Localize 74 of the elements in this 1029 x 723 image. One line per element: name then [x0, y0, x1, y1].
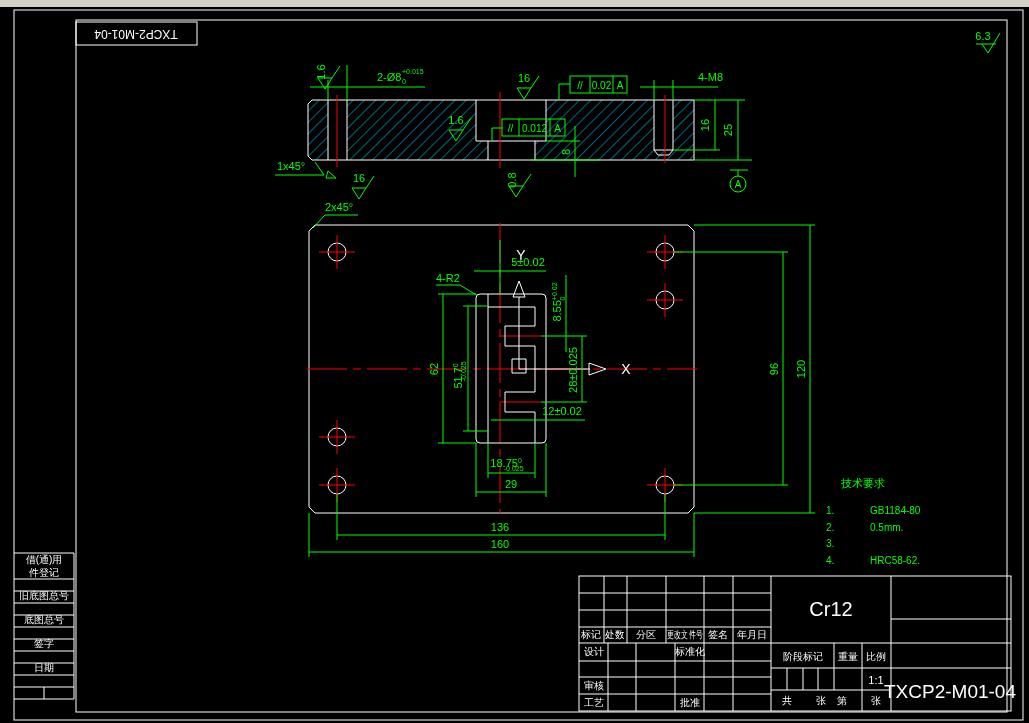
tolerance-frame: [569, 75, 628, 94]
side-table-label: 件登记: [29, 567, 59, 578]
requirement-number: 2.: [826, 521, 835, 533]
requirement-text: 0.5mm.: [870, 521, 904, 533]
tolerance-value: 0.02: [591, 80, 612, 91]
side-table-label: 日期: [34, 662, 54, 673]
parallelism-symbol: //: [577, 80, 583, 91]
title-block-label: 张: [816, 695, 826, 706]
roughness-value: 1.6: [315, 64, 327, 80]
side-table-label: 旧底图总号: [19, 590, 69, 601]
title-block-label: 标准化: [675, 646, 705, 657]
chamfer-note: 1x45°: [277, 160, 306, 172]
roughness-value: 1.6: [448, 114, 464, 126]
dimension-value: 29: [504, 478, 518, 490]
radius-note: 4-R2: [436, 272, 460, 284]
title-block-label: 张: [871, 695, 881, 706]
title-block-label: 共: [782, 695, 792, 706]
requirements-title: 技术要求: [841, 477, 885, 489]
dimension-value: 12±0.02: [542, 405, 582, 417]
roughness-value: 6.3: [975, 30, 991, 42]
title-block-label: 重量: [838, 651, 858, 662]
roughness-symbol-icon: [516, 75, 540, 100]
roughness-symbol-icon: [351, 175, 375, 200]
title-block-label: 签名: [708, 629, 728, 640]
datum-reference: A: [554, 123, 561, 134]
title-block-label: 比例: [866, 651, 886, 662]
title-block-label: 工艺: [584, 697, 604, 708]
chamfer-note: 2x45°: [325, 201, 354, 213]
title-block-label: 第: [837, 695, 847, 706]
axis-label: X: [621, 361, 631, 377]
title-block-label: 批准: [680, 697, 700, 708]
title-block-label: 标记: [581, 629, 601, 640]
requirement-number: 3.: [826, 538, 835, 549]
roughness-value: 0.8: [506, 172, 518, 188]
roughness-value: 16: [517, 72, 531, 84]
requirement-text: GB1184-80: [870, 505, 921, 516]
datum-label: A: [734, 179, 742, 190]
title-block-label: 年月日: [737, 629, 767, 640]
requirement-number: 4.: [826, 554, 835, 566]
tolerance-value: 0.012: [522, 123, 547, 134]
side-table-label: 借(通)用: [25, 554, 63, 565]
roughness-symbol-icon: [508, 173, 532, 198]
side-table-label: 签字: [34, 638, 54, 649]
title-block-label: 处数: [605, 628, 625, 641]
dimension-value: 62: [428, 362, 440, 376]
dimension-value: 25: [722, 123, 734, 137]
hole-callout-label: 2-Ø8: [377, 71, 402, 83]
dimension-value: 16: [699, 118, 711, 132]
requirement-number: 1.: [826, 505, 835, 516]
dimension-value: 28±0.025: [567, 347, 579, 393]
side-table-label: 底图总号: [24, 614, 64, 625]
drawing-number: TXCP2-M01-04: [884, 681, 1016, 702]
roughness-symbol-icon: [317, 65, 341, 90]
title-block-label: 分区: [636, 629, 656, 640]
dimension-value: 160: [490, 538, 510, 550]
scale-text: 1:1: [868, 674, 884, 686]
thread-callout-label: 4-M8: [698, 71, 724, 83]
roughness-symbol-icon: [448, 117, 472, 142]
roughness-value: 16: [352, 172, 366, 184]
dimension-value: 120: [795, 359, 807, 379]
dimension-value: 96: [768, 362, 780, 376]
title-block-label: 设计: [584, 646, 604, 657]
requirement-text: HRC58-62.: [870, 554, 921, 566]
title-block-label: 更改文件号: [667, 628, 703, 641]
dimension-value: 8: [560, 148, 572, 156]
parallelism-symbol: //: [507, 123, 514, 134]
material-text: Cr12: [809, 598, 853, 620]
title-block-label: 审核: [584, 680, 604, 691]
title-block-label: 阶段标记: [783, 651, 823, 662]
datum-reference: A: [616, 80, 624, 91]
tolerance-frame: [501, 118, 566, 137]
roughness-symbol-icon: [975, 32, 1001, 54]
stamp-label: TXCP2-M01-04: [94, 26, 178, 41]
dimension-value: 136: [490, 521, 510, 533]
